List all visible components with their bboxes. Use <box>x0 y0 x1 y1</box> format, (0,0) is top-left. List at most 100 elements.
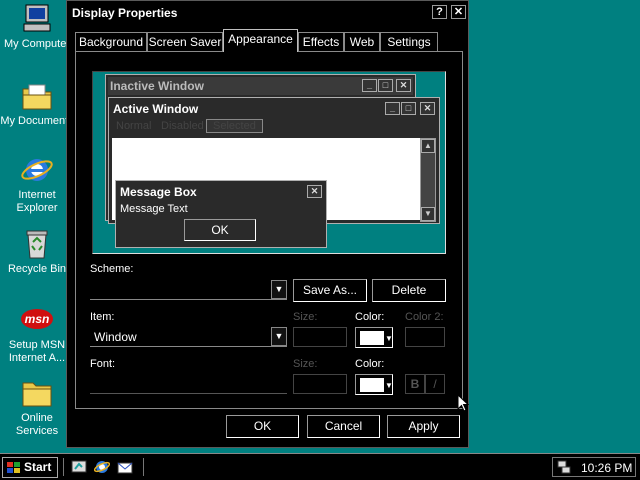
windows-logo-icon <box>7 462 20 473</box>
item-value: Window <box>94 330 137 344</box>
desktop-icon-label: My Computer <box>3 38 71 50</box>
quick-launch-internet-explorer[interactable] <box>93 459 111 478</box>
network-icon[interactable] <box>557 460 571 474</box>
active-window-title: Active Window <box>113 102 199 116</box>
internet-explorer-icon <box>20 154 54 186</box>
apply-button[interactable]: Apply <box>387 415 460 438</box>
item-color2-picker[interactable] <box>405 327 445 347</box>
folder-icon <box>20 377 54 409</box>
item-label: Item: <box>90 311 115 323</box>
tab-effects[interactable]: Effects <box>298 32 344 51</box>
maximize-icon: □ <box>378 79 393 92</box>
save-as-button[interactable]: Save As... <box>293 279 367 302</box>
preview-scrollbar: ▲ ▼ <box>420 138 436 222</box>
start-button[interactable]: Start <box>2 457 58 478</box>
scheme-preview[interactable]: Inactive Window _ □ ✕ Active Window _ □ … <box>92 71 446 254</box>
tab-background[interactable]: Background <box>75 32 147 51</box>
folder-documents-icon <box>20 80 54 112</box>
quick-launch-outlook-express[interactable] <box>117 459 133 478</box>
close-button[interactable]: ✕ <box>451 5 466 19</box>
message-box-ok-button: OK <box>184 219 256 241</box>
color-swatch <box>360 378 384 392</box>
font-label: Font: <box>90 358 116 370</box>
desktop-icon-label: Internet Explorer <box>16 189 58 214</box>
bold-toggle[interactable]: B <box>405 374 425 394</box>
taskbar: Start 10:26 PM <box>0 453 640 480</box>
desktop-icon-label: Recycle Bin <box>7 263 67 275</box>
desktop-icon-setup-msn[interactable]: msn Setup MSN Internet A... <box>0 304 74 365</box>
desktop-icon-my-documents[interactable]: My Documents <box>0 80 74 128</box>
font-size-label: Size: <box>293 358 318 370</box>
preview-message-box: Message Box ✕ Message Text OK <box>115 180 327 248</box>
start-label: Start <box>24 460 52 474</box>
item-color-label: Color: <box>355 311 385 323</box>
help-button[interactable]: ? <box>432 5 447 19</box>
svg-text:msn: msn <box>25 312 50 326</box>
chevron-down-icon: ▼ <box>271 327 287 346</box>
system-tray: 10:26 PM <box>552 457 636 477</box>
item-size-spinner[interactable] <box>293 327 347 347</box>
inactive-window-title: Inactive Window <box>110 79 204 93</box>
desktop-icon-label: Setup MSN Internet A... <box>8 339 66 364</box>
quick-launch-show-desktop[interactable] <box>71 459 87 478</box>
close-icon: ✕ <box>396 79 411 92</box>
close-icon: ✕ <box>420 102 435 115</box>
maximize-icon: □ <box>401 102 416 115</box>
chevron-down-icon: ▼ <box>271 280 287 299</box>
desktop-icon-label: My Documents <box>0 115 74 127</box>
scheme-label: Scheme: <box>90 263 134 275</box>
item-color-picker[interactable]: ▼ <box>355 327 393 348</box>
display-properties-dialog: Display Properties ? ✕ Background Screen… <box>66 0 469 448</box>
computer-icon <box>20 3 54 35</box>
scroll-down-icon: ▼ <box>421 207 435 221</box>
close-icon: ✕ <box>453 6 464 18</box>
tab-web[interactable]: Web <box>344 32 380 51</box>
mouse-pointer-icon <box>457 394 469 412</box>
help-icon: ? <box>436 6 443 18</box>
font-color-label: Color: <box>355 358 385 370</box>
item-size-label: Size: <box>293 311 318 323</box>
color-swatch <box>360 331 384 345</box>
item-color2-label: Color 2: <box>405 311 444 323</box>
scheme-dropdown[interactable]: ▼ <box>90 280 287 300</box>
msn-icon: msn <box>20 304 54 336</box>
tab-screen-saver[interactable]: Screen Saver <box>147 32 223 51</box>
internet-explorer-icon <box>93 461 111 473</box>
desktop-icon-recycle-bin[interactable]: Recycle Bin <box>0 228 74 276</box>
dialog-titlebar[interactable]: Display Properties ? ✕ <box>70 3 466 23</box>
scroll-up-icon: ▲ <box>421 139 435 153</box>
minimize-icon: _ <box>362 79 377 92</box>
desktop-icon-label: Online Services <box>15 412 59 437</box>
font-color-picker[interactable]: ▼ <box>355 374 393 395</box>
font-dropdown[interactable] <box>90 374 287 394</box>
taskbar-separator <box>63 458 66 476</box>
italic-icon: / <box>433 377 437 391</box>
cancel-button[interactable]: Cancel <box>307 415 380 438</box>
outlook-express-icon <box>117 462 133 474</box>
tab-settings[interactable]: Settings <box>380 32 438 51</box>
menu-selected: Selected <box>206 119 263 133</box>
clock[interactable]: 10:26 PM <box>581 461 632 475</box>
desktop-icon-my-computer[interactable]: My Computer <box>0 3 74 51</box>
desktop-icon-online-services[interactable]: Online Services <box>0 377 74 438</box>
taskbar-separator <box>143 458 146 476</box>
close-icon: ✕ <box>307 185 322 198</box>
menu-normal: Normal <box>116 120 152 132</box>
message-box-text: Message Text <box>120 203 188 215</box>
font-size-dropdown[interactable] <box>293 374 347 394</box>
desktop-icon-internet-explorer[interactable]: Internet Explorer <box>0 154 74 215</box>
menu-disabled: Disabled <box>161 120 204 132</box>
bold-icon: B <box>410 377 420 391</box>
dialog-title: Display Properties <box>72 6 178 20</box>
italic-toggle[interactable]: / <box>425 374 445 394</box>
ok-button[interactable]: OK <box>226 415 299 438</box>
show-desktop-icon <box>71 460 87 473</box>
message-box-title: Message Box <box>120 185 197 199</box>
minimize-icon: _ <box>385 102 400 115</box>
item-dropdown[interactable]: Window ▼ <box>90 327 287 347</box>
recycle-bin-icon <box>20 228 54 260</box>
chevron-down-icon: ▼ <box>385 381 393 390</box>
tab-appearance[interactable]: Appearance <box>223 29 298 52</box>
delete-button[interactable]: Delete <box>372 279 446 302</box>
chevron-down-icon: ▼ <box>385 334 393 343</box>
